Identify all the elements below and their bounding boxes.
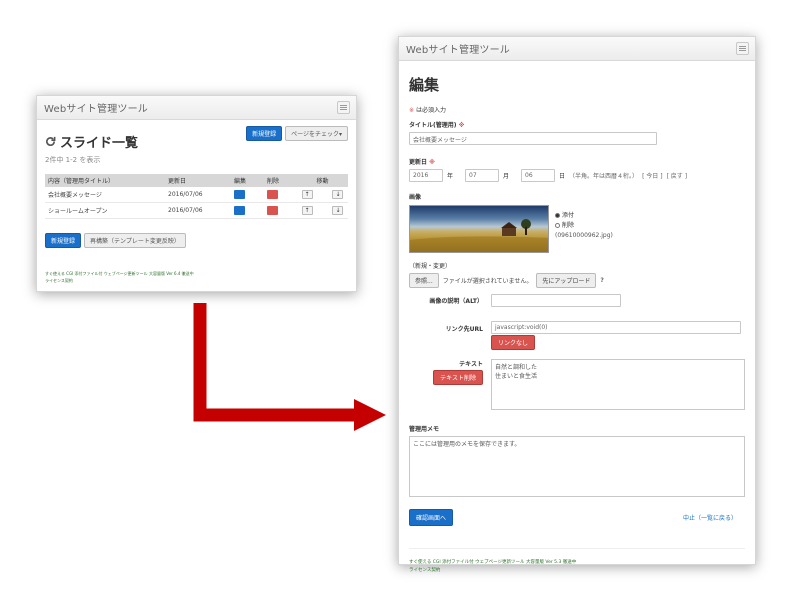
hamburger-menu-icon[interactable]: [337, 101, 350, 114]
row-title: 会社概要メッセージ: [45, 187, 165, 203]
row-date: 2016/07/06: [165, 187, 231, 203]
confirm-button[interactable]: 確認画面へ: [409, 509, 454, 526]
edit-window-titlebar: Webサイト管理ツール: [399, 37, 755, 61]
row-date: 2016/07/06: [165, 202, 231, 219]
link-label: リンク先URL: [445, 326, 483, 333]
license-link[interactable]: ライセンス契約: [409, 567, 745, 575]
image-preview: [409, 205, 549, 253]
link-url-input[interactable]: javascript:void(0): [491, 321, 741, 334]
title-input[interactable]: 会社概要メッセージ: [409, 132, 657, 145]
slide-table: 内容（管理用タイトル） 更新日 編集 削除 移動 会社概要メッセージ 2016/…: [45, 174, 348, 219]
no-link-button[interactable]: リンクなし: [491, 335, 536, 350]
edit-icon[interactable]: [234, 206, 245, 215]
new-entry-bottom-button[interactable]: 新規登録: [45, 233, 82, 248]
column-header: 削除: [264, 174, 297, 187]
title-label: タイトル(管理用) ※: [409, 122, 465, 129]
window-title: Webサイト管理ツール: [44, 104, 149, 115]
help-icon[interactable]: ?: [600, 277, 603, 284]
list-window-titlebar: Webサイト管理ツール: [37, 96, 356, 120]
date-hint: （半角。年は西暦４桁。）: [569, 173, 639, 180]
table-row: ショールームオープン 2016/07/06 ↑ ↓: [45, 202, 348, 219]
alt-label: 画像の説明（ALT）: [429, 298, 483, 305]
move-up-icon[interactable]: ↑: [301, 206, 313, 215]
text-label: テキスト: [459, 361, 483, 368]
column-header: 編集: [231, 174, 264, 187]
month-input[interactable]: 07: [465, 169, 500, 182]
license-link[interactable]: ライセンス契約: [45, 277, 348, 284]
memo-label: 管理用メモ: [409, 426, 440, 433]
column-header: 更新日: [165, 174, 231, 187]
day-input[interactable]: 06: [521, 169, 556, 182]
year-input[interactable]: 2016: [409, 169, 443, 182]
text-textarea[interactable]: 自然と調和した 住まいと食生活: [491, 359, 745, 410]
column-header: 内容（管理用タイトル）: [45, 174, 165, 187]
date-label: 更新日 ※: [409, 159, 435, 166]
edit-icon[interactable]: [234, 190, 245, 199]
footer: すぐ使える CGI 添付ファイル付 ウェブページ更新ツール 大容量版 Ver 5…: [409, 548, 745, 575]
radio-off-icon: [555, 223, 560, 228]
required-note: ※ は必須入力: [409, 107, 446, 114]
reset-link[interactable]: [ 戻す ]: [667, 171, 688, 180]
check-page-dropdown[interactable]: ページをチェック▾: [285, 126, 348, 141]
no-file-text: ファイルが選択されていません。: [442, 278, 533, 285]
landscape-image: [410, 219, 548, 252]
delete-icon[interactable]: [267, 190, 278, 199]
text-delete-button[interactable]: テキスト削除: [433, 370, 483, 385]
cancel-link[interactable]: 中止（一覧に戻る）: [683, 513, 737, 522]
radio-keep[interactable]: 添付: [555, 211, 613, 221]
move-down-icon[interactable]: ↓: [332, 206, 344, 215]
browse-button[interactable]: 参照...: [409, 273, 439, 288]
radio-delete[interactable]: 削除: [555, 221, 613, 231]
page-title: 編集: [409, 76, 440, 94]
refresh-icon[interactable]: [45, 136, 56, 147]
result-count: 2件中 1-2 を表示: [45, 156, 101, 164]
window-title: Webサイト管理ツール: [406, 45, 511, 56]
row-title: ショールームオープン: [45, 202, 165, 219]
upload-button[interactable]: 先にアップロード: [536, 273, 597, 288]
image-label: 画像: [409, 194, 422, 201]
new-change-label: （新規・変更）: [409, 263, 452, 270]
delete-icon[interactable]: [267, 206, 278, 215]
today-link[interactable]: [ 今日 ]: [642, 171, 663, 180]
image-filename: (09610000962.jpg): [555, 232, 613, 239]
new-entry-button[interactable]: 新規登録: [246, 126, 283, 141]
memo-textarea[interactable]: ここには管理用のメモを保存できます。: [409, 436, 745, 497]
move-up-icon[interactable]: ↑: [301, 190, 313, 199]
radio-on-icon: [555, 213, 560, 218]
list-window: Webサイト管理ツール 新規登録 ページをチェック▾ スライド一覧 2件中 1-…: [36, 95, 357, 292]
footer: すぐ使える CGI 添付ファイル付 ウェブページ更新ツール 大容量版 Ver 6…: [45, 270, 348, 284]
column-header: 移動: [297, 174, 348, 187]
move-down-icon[interactable]: ↓: [332, 190, 344, 199]
table-header: 内容（管理用タイトル） 更新日 編集 削除 移動: [45, 174, 348, 187]
rebuild-button[interactable]: 再構築（テンプレート変更反映）: [84, 233, 186, 248]
red-arrow-icon: [193, 303, 386, 431]
edit-window: Webサイト管理ツール 編集 ※ は必須入力 タイトル(管理用) ※ 会社概要メ…: [398, 36, 756, 573]
hamburger-menu-icon[interactable]: [736, 42, 749, 55]
table-row: 会社概要メッセージ 2016/07/06 ↑ ↓: [45, 187, 348, 203]
alt-input[interactable]: [491, 294, 621, 307]
